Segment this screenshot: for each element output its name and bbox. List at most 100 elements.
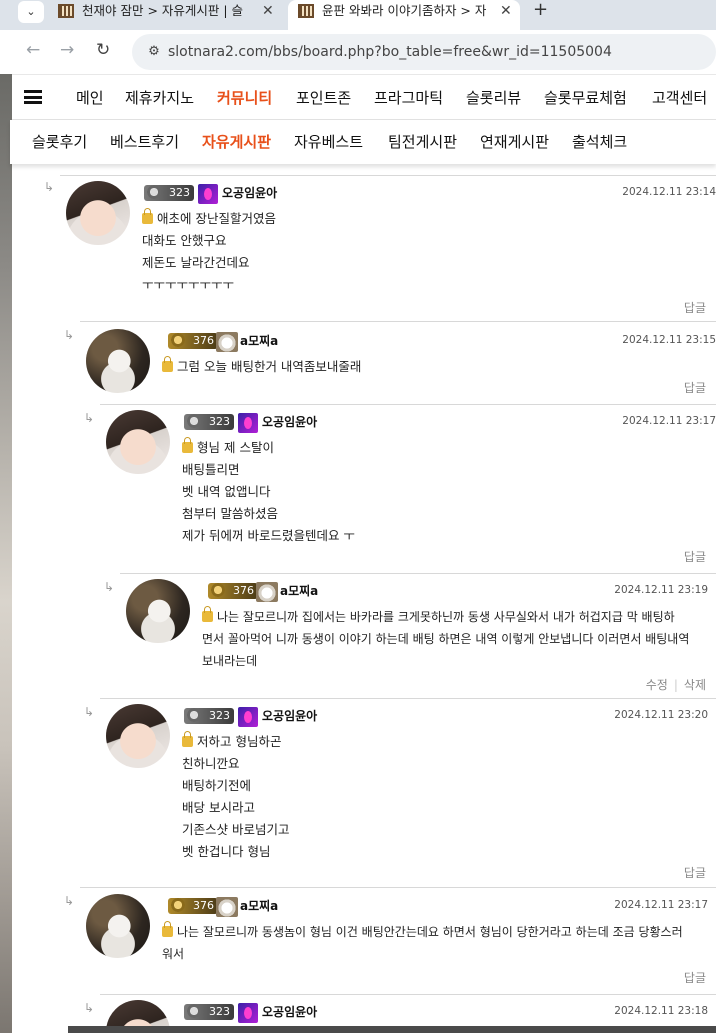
- reply-arrow-icon: ↳: [104, 580, 115, 594]
- sub-menu-item[interactable]: 베스트후기: [110, 120, 179, 164]
- member-icon: [238, 413, 258, 433]
- main-menu-item[interactable]: 슬롯리뷰: [466, 75, 521, 121]
- comment-line: 친하니깐요: [182, 756, 240, 771]
- level-emblem-icon: [210, 582, 226, 598]
- reply-arrow-icon: ↳: [84, 1001, 95, 1015]
- comment-item: ↳ 323 오공임윤아 2024.12.11 23:20 저하고 형님하곤 친하…: [84, 698, 716, 886]
- edit-button[interactable]: 수정: [646, 678, 668, 692]
- avatar[interactable]: [126, 579, 190, 643]
- comment-line: 나는 잘모르니까 동생놈이 형님 이건 배팅안간는데요 하면서 형님이 당한거라…: [162, 921, 710, 943]
- main-menu-item[interactable]: 슬롯무료체험: [544, 75, 627, 121]
- comment-item: ↳ 376 a모찌a 2024.12.11 23:19 나는 잘모르니까 집에서…: [104, 573, 716, 697]
- avatar[interactable]: [86, 894, 150, 958]
- level-badge: 323: [184, 413, 234, 430]
- comment-item: ↳ 376 a모찌a 2024.12.11 23:17 나는 잘모르니까 동생놈…: [64, 887, 716, 993]
- lock-icon: [142, 208, 153, 224]
- comment-line: ㅜㅜㅜㅜㅜㅜㅜㅜ: [142, 277, 235, 292]
- level-badge: 376: [208, 582, 258, 599]
- tab-title: 윤판 와봐라 이야기좀하자 > 자: [322, 3, 487, 18]
- tab-close-icon[interactable]: ✕: [262, 0, 274, 22]
- comment-date: 2024.12.11 23:17: [614, 899, 708, 911]
- nickname[interactable]: a모찌a: [240, 897, 278, 915]
- level-emblem-icon: [146, 184, 162, 200]
- reply-button[interactable]: 답글: [684, 969, 706, 986]
- sub-menu-item-active[interactable]: 자유게시판: [202, 120, 271, 164]
- site-info-icon[interactable]: ⚙: [144, 42, 164, 62]
- comment-body: 나는 잘모르니까 집에서는 바카라를 크게못하닌까 동생 사무실와서 내가 허겁…: [202, 606, 710, 672]
- sub-menu-item[interactable]: 팀전게시판: [388, 120, 457, 164]
- member-icon: [256, 582, 278, 602]
- main-menu-item[interactable]: 포인트존: [296, 75, 351, 121]
- comment-list: ↳ 323 오공임윤아 2024.12.11 23:14 애초에 장난질할거였음…: [12, 164, 716, 1033]
- main-menu-item[interactable]: 고객센터: [652, 75, 707, 121]
- reply-button[interactable]: 답글: [684, 299, 706, 316]
- reply-arrow-icon: ↳: [64, 894, 75, 908]
- reply-arrow-icon: ↳: [84, 705, 95, 719]
- avatar[interactable]: [66, 181, 130, 245]
- comment-line: 제가 뒤에꺼 바로드렸을텐데요 ㅜ: [182, 528, 355, 543]
- sub-menu-item[interactable]: 출석체크: [572, 120, 627, 164]
- nickname[interactable]: a모찌a: [280, 582, 318, 600]
- background-image-strip: [0, 74, 12, 1033]
- avatar[interactable]: [106, 410, 170, 474]
- comment-date: 2024.12.11 23:14: [622, 186, 716, 198]
- sub-menu-item[interactable]: 연재게시판: [480, 120, 549, 164]
- browser-tab-2-active[interactable]: 윤판 와봐라 이야기좀하자 > 자 ✕: [288, 0, 520, 30]
- lock-icon: [162, 356, 173, 372]
- delete-button[interactable]: 삭제: [684, 678, 706, 692]
- reply-button[interactable]: 답글: [684, 548, 706, 565]
- reply-button[interactable]: 답글: [684, 379, 706, 396]
- forward-arrow-icon[interactable]: →: [60, 40, 74, 60]
- site-main-nav: 메인 제휴카지노 커뮤니티 포인트존 프라그마틱 슬롯리뷰 슬롯무료체험 고객센…: [10, 74, 716, 120]
- comment-date: 2024.12.11 23:18: [614, 1005, 708, 1017]
- member-icon: [238, 1003, 258, 1023]
- member-icon: [198, 184, 218, 204]
- url-text[interactable]: slotnara2.com/bbs/board.php?bo_table=fre…: [168, 34, 612, 70]
- comment-line: 애초에 장난질할거였음: [142, 208, 702, 230]
- avatar[interactable]: [106, 704, 170, 768]
- comment-date: 2024.12.11 23:20: [614, 709, 708, 721]
- main-menu-item[interactable]: 메인: [76, 75, 104, 121]
- reply-arrow-icon: ↳: [84, 411, 95, 425]
- address-bar-row: ← → ↻ ⚙ slotnara2.com/bbs/board.php?bo_t…: [10, 30, 716, 74]
- comment-item: ↳ 376 a모찌a 2024.12.11 23:15 그럼 오늘 배팅한거 내…: [64, 321, 716, 401]
- back-arrow-icon[interactable]: ←: [26, 40, 40, 60]
- level-badge: 323: [184, 707, 234, 724]
- new-tab-button[interactable]: +: [533, 0, 548, 20]
- comment-body: 그럼 오늘 배팅한거 내역좀보내줄래: [162, 356, 702, 378]
- nickname[interactable]: 오공임윤아: [222, 184, 277, 202]
- url-omnibox[interactable]: ⚙ slotnara2.com/bbs/board.php?bo_table=f…: [132, 34, 716, 70]
- sub-menu-item[interactable]: 자유베스트: [294, 120, 363, 164]
- nickname[interactable]: 오공임윤아: [262, 1003, 317, 1021]
- board-sub-nav: 슬롯후기 베스트후기 자유게시판 자유베스트 팀전게시판 연재게시판 출석체크: [10, 120, 716, 164]
- comment-line: 저하고 형님하곤: [182, 731, 702, 753]
- level-emblem-icon: [186, 707, 202, 723]
- tab-search-chevron-icon[interactable]: ⌄: [18, 1, 44, 23]
- nickname[interactable]: 오공임윤아: [262, 413, 317, 431]
- reply-arrow-icon: ↳: [64, 328, 75, 342]
- lock-icon: [202, 606, 213, 622]
- level-emblem-icon: [186, 413, 202, 429]
- main-menu-item-active[interactable]: 커뮤니티: [217, 75, 272, 121]
- sub-menu-item[interactable]: 슬롯후기: [32, 120, 87, 164]
- reload-icon[interactable]: ↻: [96, 40, 110, 60]
- main-menu-item[interactable]: 프라그마틱: [374, 75, 443, 121]
- comment-line: 면서 꼴아먹어 니까 동생이 이야기 하는데 배팅 하면은 내역 이렇게 안보냅…: [202, 632, 690, 646]
- reply-button[interactable]: 답글: [684, 864, 706, 881]
- hamburger-menu-icon[interactable]: [24, 90, 42, 104]
- comment-line: 첨부터 말씀하셨음: [182, 506, 278, 521]
- bottom-scroll-bar: [68, 1026, 716, 1033]
- nickname[interactable]: a모찌a: [240, 332, 278, 350]
- tab-title: 천재야 잠만 > 자유게시판 | 슬: [82, 3, 244, 18]
- avatar[interactable]: [86, 329, 150, 393]
- comment-actions: 수정 | 삭제: [646, 676, 706, 693]
- tab-close-icon[interactable]: ✕: [500, 0, 512, 22]
- comment-line: 배당 보시라고: [182, 800, 255, 815]
- main-menu-item[interactable]: 제휴카지노: [125, 75, 194, 121]
- level-emblem-icon: [186, 1003, 202, 1019]
- level-emblem-icon: [170, 332, 186, 348]
- site-favicon-icon: [298, 4, 314, 18]
- browser-tab-1[interactable]: 천재야 잠만 > 자유게시판 | 슬 ✕: [58, 0, 278, 30]
- level-badge: 323: [184, 1003, 234, 1020]
- nickname[interactable]: 오공임윤아: [262, 707, 317, 725]
